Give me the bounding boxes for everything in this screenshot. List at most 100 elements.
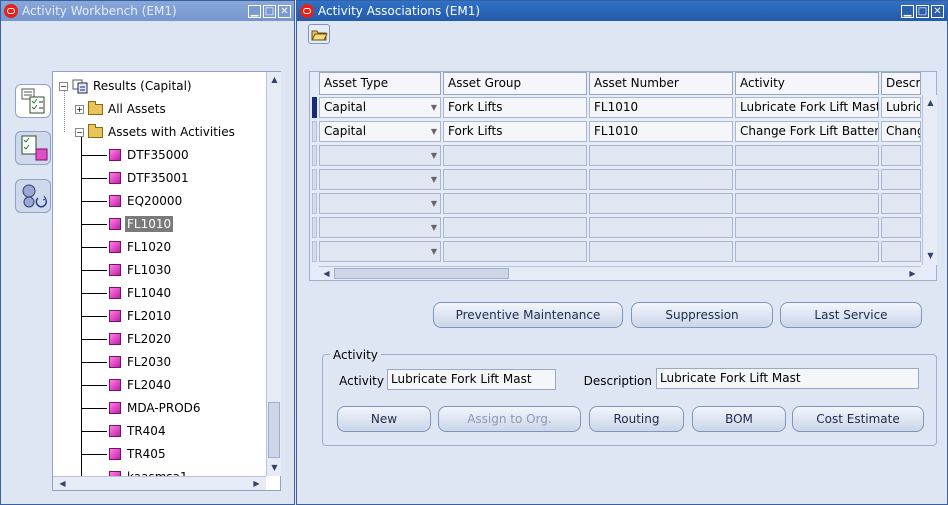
row-indicator[interactable] bbox=[312, 241, 317, 262]
col-header-asset-group[interactable]: Asset Group bbox=[443, 72, 587, 95]
scroll-up-icon[interactable]: ▲ bbox=[923, 95, 938, 110]
grid-horizontal-scrollbar[interactable]: ◀ ▶ bbox=[319, 266, 921, 280]
col-header-activity[interactable]: Activity bbox=[735, 72, 879, 95]
tree-horizontal-scrollbar[interactable]: ◀ ▶ bbox=[53, 476, 266, 490]
grid-vertical-scrollbar[interactable]: ▲ ▼ bbox=[922, 95, 937, 265]
cell-description[interactable] bbox=[881, 241, 921, 262]
cell-asset-number[interactable]: FL1010 bbox=[589, 97, 733, 118]
maximize-icon[interactable]: □ bbox=[263, 4, 276, 18]
close-icon[interactable]: ✕ bbox=[931, 4, 944, 18]
col-header-asset-number[interactable]: Asset Number bbox=[589, 72, 733, 95]
new-button[interactable]: New bbox=[337, 406, 431, 432]
scroll-left-icon[interactable]: ◀ bbox=[319, 266, 334, 281]
tree-item[interactable]: FL1040 bbox=[81, 283, 173, 303]
cell-description[interactable]: Chang bbox=[881, 121, 921, 142]
cell-asset-type[interactable]: ▼ bbox=[319, 241, 441, 262]
cell-activity[interactable] bbox=[735, 193, 879, 214]
cell-asset-group[interactable]: Fork Lifts bbox=[443, 121, 587, 142]
scroll-right-icon[interactable]: ▶ bbox=[249, 476, 264, 491]
dropdown-arrow-icon[interactable]: ▼ bbox=[431, 146, 437, 165]
col-header-asset-type[interactable]: Asset Type bbox=[319, 72, 441, 95]
tree-item[interactable]: FL1020 bbox=[81, 237, 173, 257]
open-folder-button[interactable] bbox=[308, 24, 330, 44]
nav-tab-checklist[interactable] bbox=[15, 131, 51, 165]
cell-activity[interactable] bbox=[735, 169, 879, 190]
tree-all-assets[interactable]: + All Assets bbox=[75, 99, 168, 119]
scroll-down-icon[interactable]: ▼ bbox=[267, 460, 282, 475]
cell-asset-number[interactable]: FL1010 bbox=[589, 121, 733, 142]
cell-asset-group[interactable] bbox=[443, 241, 587, 262]
scroll-up-icon[interactable]: ▲ bbox=[267, 72, 282, 87]
cell-asset-group[interactable] bbox=[443, 145, 587, 166]
tree-item[interactable]: FL2010 bbox=[81, 306, 173, 326]
routing-button[interactable]: Routing bbox=[589, 406, 684, 432]
dropdown-arrow-icon[interactable]: ▼ bbox=[431, 170, 437, 189]
last-service-button[interactable]: Last Service bbox=[780, 302, 922, 328]
results-tree[interactable]: − Results (Capital) + All Assets − Asset… bbox=[52, 71, 281, 491]
cell-asset-group[interactable] bbox=[443, 217, 587, 238]
scroll-left-icon[interactable]: ◀ bbox=[55, 476, 70, 491]
tree-item[interactable]: FL2030 bbox=[81, 352, 173, 372]
tree-item[interactable]: FL2020 bbox=[81, 329, 173, 349]
preventive-maintenance-button[interactable]: Preventive Maintenance bbox=[433, 302, 623, 328]
minimize-icon[interactable]: ▁ bbox=[248, 4, 261, 18]
cell-description[interactable] bbox=[881, 169, 921, 190]
cost-estimate-button[interactable]: Cost Estimate bbox=[792, 406, 924, 432]
suppression-button[interactable]: Suppression bbox=[631, 302, 773, 328]
col-header-description[interactable]: Descri bbox=[881, 72, 921, 95]
tree-vertical-scrollbar[interactable]: ▲ ▼ bbox=[266, 72, 281, 476]
row-indicator-current[interactable] bbox=[312, 97, 317, 118]
cell-activity[interactable]: Lubricate Fork Lift Mast bbox=[735, 97, 879, 118]
tree-item[interactable]: DTF35001 bbox=[81, 168, 191, 188]
scroll-thumb[interactable] bbox=[334, 268, 509, 279]
cell-activity[interactable] bbox=[735, 145, 879, 166]
cell-asset-type[interactable]: ▼ bbox=[319, 193, 441, 214]
cell-asset-type[interactable]: Capital ▼ bbox=[319, 97, 441, 118]
minimize-icon[interactable]: ▁ bbox=[901, 4, 914, 18]
nav-tab-gears[interactable] bbox=[15, 179, 51, 213]
cell-activity[interactable]: Change Fork Lift Battery bbox=[735, 121, 879, 142]
activity-field[interactable]: Lubricate Fork Lift Mast bbox=[387, 369, 556, 390]
tree-item[interactable]: MDA-PROD6 bbox=[81, 398, 203, 418]
row-indicator[interactable] bbox=[312, 121, 317, 142]
tree-assets-with-activities[interactable]: − Assets with Activities bbox=[75, 122, 237, 142]
collapse-icon[interactable]: − bbox=[59, 81, 68, 91]
tree-item-selected[interactable]: FL1010 bbox=[81, 214, 174, 234]
cell-description[interactable] bbox=[881, 193, 921, 214]
cell-asset-type[interactable]: ▼ bbox=[319, 169, 441, 190]
cell-asset-number[interactable] bbox=[589, 193, 733, 214]
dropdown-arrow-icon[interactable]: ▼ bbox=[431, 98, 437, 117]
row-indicator[interactable] bbox=[312, 217, 317, 238]
row-indicator[interactable] bbox=[312, 145, 317, 166]
cell-asset-group[interactable]: Fork Lifts bbox=[443, 97, 587, 118]
cell-asset-group[interactable] bbox=[443, 169, 587, 190]
row-indicator[interactable] bbox=[312, 193, 317, 214]
tree-item[interactable]: TR405 bbox=[81, 444, 168, 464]
close-icon[interactable]: ✕ bbox=[278, 4, 291, 18]
expand-icon[interactable]: + bbox=[75, 104, 84, 114]
row-indicator[interactable] bbox=[312, 169, 317, 190]
cell-description[interactable] bbox=[881, 145, 921, 166]
dropdown-arrow-icon[interactable]: ▼ bbox=[431, 242, 437, 261]
dropdown-arrow-icon[interactable]: ▼ bbox=[431, 122, 437, 141]
scroll-thumb[interactable] bbox=[268, 402, 280, 458]
scroll-down-icon[interactable]: ▼ bbox=[923, 248, 938, 263]
nav-tab-results[interactable] bbox=[15, 84, 51, 118]
cell-description[interactable]: Lubric bbox=[881, 97, 921, 118]
cell-description[interactable] bbox=[881, 217, 921, 238]
tree-item[interactable]: EQ20000 bbox=[81, 191, 184, 211]
tree-root[interactable]: − Results (Capital) bbox=[59, 76, 194, 96]
collapse-icon[interactable]: − bbox=[75, 127, 84, 137]
cell-asset-type[interactable]: ▼ bbox=[319, 145, 441, 166]
description-field[interactable]: Lubricate Fork Lift Mast bbox=[656, 368, 919, 389]
cell-asset-number[interactable] bbox=[589, 217, 733, 238]
associations-titlebar[interactable]: Activity Associations (EM1) ▁ □ ✕ bbox=[297, 1, 947, 21]
cell-asset-number[interactable] bbox=[589, 145, 733, 166]
maximize-icon[interactable]: □ bbox=[916, 4, 929, 18]
tree-item[interactable]: DTF35000 bbox=[81, 145, 191, 165]
tree-item[interactable]: kaasmsa1 bbox=[81, 467, 190, 476]
cell-asset-group[interactable] bbox=[443, 193, 587, 214]
assign-to-org-button[interactable]: Assign to Org. bbox=[438, 406, 581, 432]
cell-activity[interactable] bbox=[735, 241, 879, 262]
cell-asset-number[interactable] bbox=[589, 241, 733, 262]
